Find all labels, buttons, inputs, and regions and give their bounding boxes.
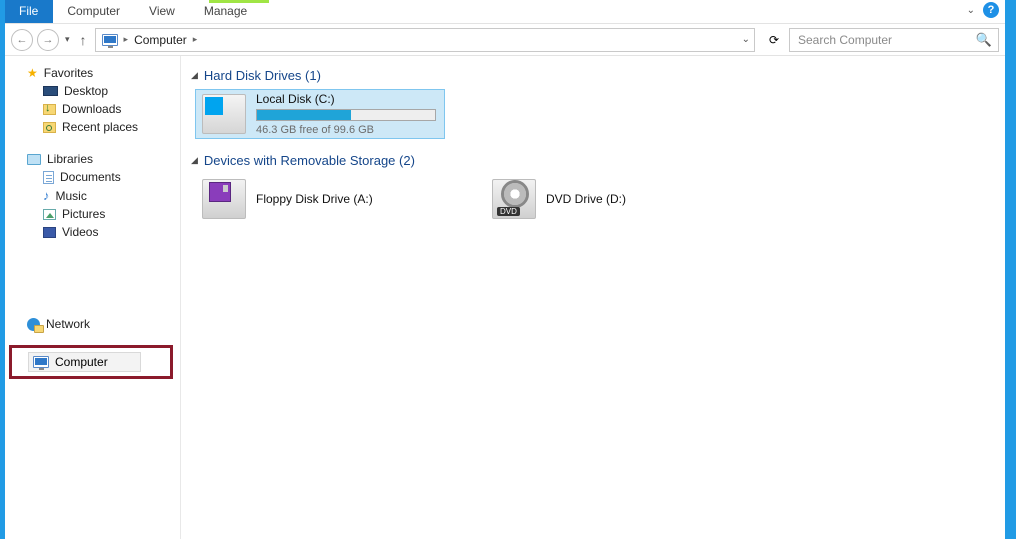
disc-icon — [501, 180, 529, 208]
tree-item-recent[interactable]: Recent places — [5, 118, 180, 136]
device-name: Floppy Disk Drive (A:) — [256, 192, 373, 206]
search-icon: 🔍 — [976, 32, 992, 48]
tree-group-libraries: Libraries Documents ♪ Music Pictures Vid… — [5, 150, 180, 241]
drives-list: Local Disk (C:) 46.3 GB free of 99.6 GB — [195, 89, 995, 139]
documents-icon — [43, 171, 54, 184]
tree-group-network: Network — [5, 315, 180, 333]
tree-item-music[interactable]: ♪ Music — [5, 186, 180, 205]
tree-item-computer[interactable]: Computer — [28, 352, 141, 372]
tree-item-label: Desktop — [64, 84, 108, 98]
breadcrumb-sep-icon[interactable]: ▸ — [124, 34, 129, 45]
help-icon[interactable]: ? — [983, 2, 999, 18]
nav-up-button[interactable]: ↑ — [76, 32, 91, 48]
music-icon: ♪ — [43, 188, 50, 203]
refresh-button[interactable]: ⟳ — [763, 29, 785, 51]
tree-group-favorites: ★ Favorites Desktop Downloads Recent pla… — [5, 64, 180, 136]
computer-icon — [102, 34, 118, 46]
nav-forward-button[interactable]: → — [37, 29, 59, 51]
device-tile-floppy-a[interactable]: Floppy Disk Drive (A:) — [195, 174, 445, 224]
tree-item-label: Computer — [55, 355, 108, 369]
tree-head-libraries[interactable]: Libraries — [5, 150, 180, 168]
nav-pane: ★ Favorites Desktop Downloads Recent pla… — [5, 56, 181, 539]
drive-usage-fill — [257, 110, 351, 120]
section-title: Hard Disk Drives (1) — [204, 68, 321, 83]
drive-usage-bar — [256, 109, 436, 121]
tree-item-desktop[interactable]: Desktop — [5, 82, 180, 100]
downloads-icon — [43, 104, 56, 115]
tools-context-highlight — [209, 0, 269, 3]
computer-icon — [33, 356, 49, 368]
tree-item-label: Downloads — [62, 102, 121, 116]
tree-item-network[interactable]: Network — [5, 315, 180, 333]
tree-item-label: Videos — [62, 225, 98, 239]
section-header-removable[interactable]: ◢ Devices with Removable Storage (2) — [191, 153, 995, 168]
content-pane: ◢ Hard Disk Drives (1) Local Disk (C:) 4… — [181, 56, 1005, 539]
dvd-badge-icon: DVD — [497, 207, 520, 216]
dvd-drive-icon: DVD — [492, 179, 536, 219]
device-name: DVD Drive (D:) — [546, 192, 626, 206]
nav-bar: ← → ▾ ↑ ▸ Computer ▸ ⌄ ⟳ 🔍 — [5, 24, 1005, 56]
floppy-disk-icon — [209, 182, 231, 202]
removable-list: Floppy Disk Drive (A:) DVD DVD Drive (D:… — [195, 174, 995, 224]
explorer-window: File Computer View Manage ⌄ ? ← → ▾ ↑ ▸ … — [5, 0, 1005, 539]
tree-item-documents[interactable]: Documents — [5, 168, 180, 186]
libraries-label: Libraries — [47, 152, 93, 166]
device-tile-dvd-d[interactable]: DVD DVD Drive (D:) — [485, 174, 735, 224]
ribbon-expand-icon[interactable]: ⌄ — [967, 5, 975, 16]
libraries-icon — [27, 154, 41, 165]
floppy-drive-icon — [202, 179, 246, 219]
star-icon: ★ — [27, 66, 38, 80]
desktop-icon — [43, 86, 58, 96]
breadcrumb-root[interactable]: Computer — [134, 33, 187, 47]
tree-item-videos[interactable]: Videos — [5, 223, 180, 241]
recent-icon — [43, 122, 56, 133]
drive-info: Local Disk (C:) 46.3 GB free of 99.6 GB — [256, 92, 438, 136]
collapse-icon[interactable]: ◢ — [191, 70, 198, 81]
breadcrumb-sep-icon[interactable]: ▸ — [193, 34, 198, 45]
tree-item-label: Pictures — [62, 207, 105, 221]
ribbon-tab-file[interactable]: File — [5, 0, 53, 23]
tree-item-label: Music — [56, 189, 87, 203]
tree-item-pictures[interactable]: Pictures — [5, 205, 180, 223]
drive-free-text: 46.3 GB free of 99.6 GB — [256, 124, 438, 136]
address-dropdown-icon[interactable]: ⌄ — [742, 34, 750, 45]
drive-name: Local Disk (C:) — [256, 92, 438, 106]
search-box[interactable]: 🔍 — [789, 28, 999, 52]
ribbon-tab-view[interactable]: View — [135, 0, 190, 23]
tree-item-label: Recent places — [62, 120, 138, 134]
ribbon-tab-computer[interactable]: Computer — [53, 0, 135, 23]
tree-item-downloads[interactable]: Downloads — [5, 100, 180, 118]
hard-disk-icon — [202, 94, 246, 134]
nav-history-dropdown[interactable]: ▾ — [63, 34, 72, 45]
nav-back-button[interactable]: ← — [11, 29, 33, 51]
favorites-label: Favorites — [44, 66, 93, 80]
section-header-drives[interactable]: ◢ Hard Disk Drives (1) — [191, 68, 995, 83]
tree-item-label: Network — [46, 317, 90, 331]
tree-head-favorites[interactable]: ★ Favorites — [5, 64, 180, 82]
section-title: Devices with Removable Storage (2) — [204, 153, 415, 168]
search-input[interactable] — [796, 32, 956, 48]
pictures-icon — [43, 209, 56, 220]
annotation-highlight: Computer — [9, 345, 173, 379]
videos-icon — [43, 227, 56, 238]
ribbon: File Computer View Manage ⌄ ? — [5, 0, 1005, 24]
collapse-icon[interactable]: ◢ — [191, 155, 198, 166]
network-icon — [27, 318, 40, 331]
windows-logo-icon — [205, 97, 223, 115]
tree-item-label: Documents — [60, 170, 121, 184]
address-bar[interactable]: ▸ Computer ▸ ⌄ — [95, 28, 755, 52]
drive-tile-local-c[interactable]: Local Disk (C:) 46.3 GB free of 99.6 GB — [195, 89, 445, 139]
ribbon-tab-manage[interactable]: Manage — [190, 0, 262, 23]
